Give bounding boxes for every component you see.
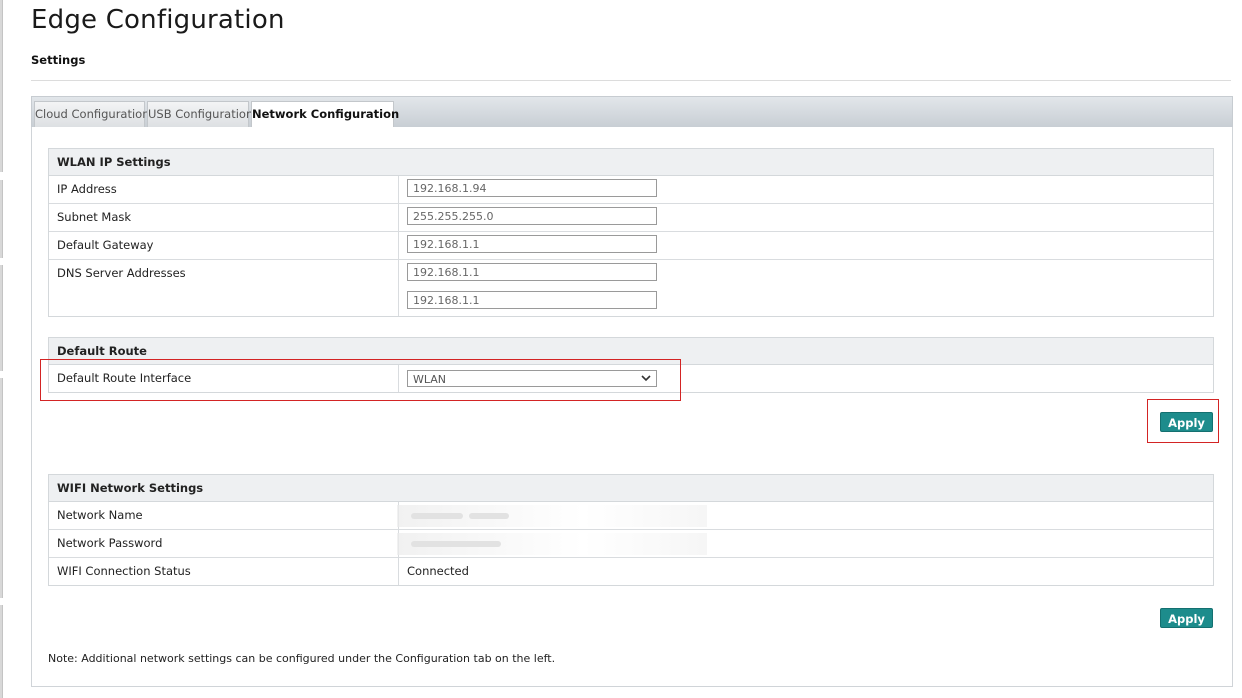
page-title: Edge Configuration — [31, 5, 285, 35]
side-nav-edge — [0, 0, 3, 698]
default-gateway-row: Default Gateway 192.168.1.1 — [49, 232, 1213, 260]
tab-bar: Cloud Configuration USB Configuration Ne… — [31, 96, 1233, 129]
network-name-row: Network Name — [49, 502, 1213, 530]
subnet-mask-label: Subnet Mask — [57, 210, 132, 224]
ip-address-input[interactable]: 192.168.1.94 — [407, 179, 657, 197]
subnet-mask-input[interactable]: 255.255.255.0 — [407, 207, 657, 225]
wifi-status-value: Connected — [407, 564, 469, 578]
ip-address-label: IP Address — [57, 182, 117, 196]
tab-usb-configuration[interactable]: USB Configuration — [147, 101, 253, 128]
dns-servers-row: DNS Server Addresses 192.168.1.1 192.168… — [49, 260, 1213, 316]
wifi-status-row: WIFI Connection Status Connected — [49, 558, 1213, 585]
dns-primary-input[interactable]: 192.168.1.1 — [407, 263, 657, 281]
network-password-input[interactable] — [397, 533, 707, 555]
section-heading: WLAN IP Settings — [49, 149, 1213, 176]
tab-cloud-configuration[interactable]: Cloud Configuration — [34, 101, 150, 128]
wlan-ip-settings-section: WLAN IP Settings IP Address 192.168.1.94… — [48, 148, 1214, 317]
default-gateway-label: Default Gateway — [57, 238, 154, 252]
default-gateway-input[interactable]: 192.168.1.1 — [407, 235, 657, 253]
tab-network-configuration[interactable]: Network Configuration — [251, 101, 399, 129]
divider — [31, 80, 1231, 81]
subnet-mask-row: Subnet Mask 255.255.255.0 — [49, 204, 1213, 232]
dns-servers-label: DNS Server Addresses — [57, 266, 186, 280]
wifi-apply-button[interactable]: Apply — [1160, 608, 1213, 628]
ip-address-row: IP Address 192.168.1.94 — [49, 176, 1213, 204]
wifi-status-label: WIFI Connection Status — [57, 564, 191, 578]
dns-secondary-input[interactable]: 192.168.1.1 — [407, 291, 657, 309]
network-password-label: Network Password — [57, 536, 163, 550]
network-password-row: Network Password — [49, 530, 1213, 558]
wifi-network-settings-section: WIFI Network Settings Network Name Netwo… — [48, 474, 1214, 586]
highlight-box — [40, 359, 681, 401]
page-subtitle: Settings — [31, 53, 86, 67]
highlight-box — [1147, 399, 1219, 443]
network-name-input[interactable] — [397, 505, 707, 527]
network-name-label: Network Name — [57, 508, 143, 522]
section-heading: WIFI Network Settings — [49, 475, 1213, 502]
footer-note: Note: Additional network settings can be… — [48, 652, 556, 665]
